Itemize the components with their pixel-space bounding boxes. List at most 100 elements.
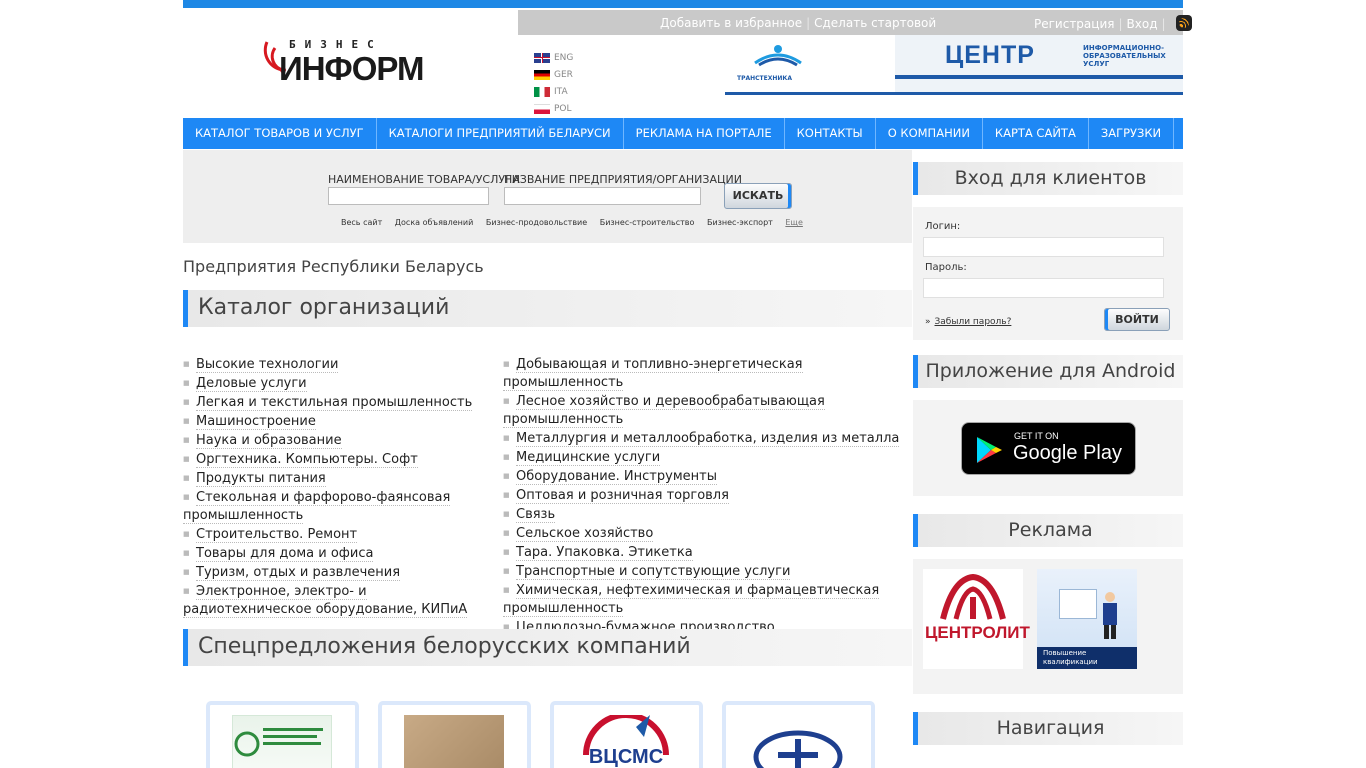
catalog-category-link[interactable]: Транспортные и сопутствующие услуги bbox=[503, 562, 908, 581]
catalog-category-link[interactable]: Металлургия и металлообработка, изделия … bbox=[503, 429, 908, 448]
ad-centrolit[interactable]: ЦЕНТРОЛИТ bbox=[923, 569, 1030, 669]
catalog-category-label: Оборудование. Инструменты bbox=[516, 469, 717, 485]
lang-ger[interactable]: GER bbox=[534, 66, 573, 83]
google-play-badge[interactable]: GET IT ON Google Play bbox=[961, 422, 1136, 475]
uk-flag-icon bbox=[534, 52, 550, 63]
search-scope-links: Весь сайт Доска объявлений Бизнес-продов… bbox=[341, 218, 813, 227]
offers-heading: Спецпредложения белорусских компаний bbox=[183, 629, 912, 666]
presentation-board-icon bbox=[1059, 589, 1097, 619]
poland-flag-icon bbox=[534, 103, 550, 114]
rss-icon[interactable] bbox=[1175, 15, 1192, 31]
company-search-input[interactable] bbox=[504, 187, 701, 205]
product-search-input[interactable] bbox=[328, 187, 489, 205]
banner-stripe bbox=[895, 75, 1183, 79]
catalog-category-link[interactable]: Стекольная и фарфорово-фаянсовая промышл… bbox=[183, 488, 488, 525]
ad-qualification[interactable]: Повышение квалификации bbox=[1037, 569, 1137, 669]
scope-export[interactable]: Бизнес-экспорт bbox=[707, 218, 773, 227]
catalog-heading: Каталог организаций bbox=[183, 290, 912, 327]
nav-sitemap[interactable]: КАРТА САЙТА bbox=[983, 118, 1089, 149]
catalog-category-label: Добывающая и топливно-энергетическая про… bbox=[503, 357, 803, 391]
catalog-category-link[interactable]: Строительство. Ремонт bbox=[183, 525, 488, 544]
ad-qualification-text: Повышение квалификации bbox=[1037, 647, 1137, 669]
catalog-category-link[interactable]: Туризм, отдых и развлечения bbox=[183, 563, 488, 582]
catalog-list-left: Высокие технологии Деловые услуги Легкая и… bbox=[183, 355, 488, 619]
login-heading: Вход для клиентов bbox=[913, 162, 1183, 195]
site-logo[interactable]: БИЗНЕС ИНФОРМ bbox=[259, 36, 449, 87]
nav-advertising[interactable]: РЕКЛАМА НА ПОРТАЛЕ bbox=[624, 118, 785, 149]
catalog-category-link[interactable]: Оргтехника. Компьютеры. Софт bbox=[183, 450, 488, 469]
login-label: Логин: bbox=[925, 221, 961, 232]
catalog-category-label: Электронное, электро- и радиотехническое… bbox=[183, 584, 468, 618]
offer-logo bbox=[232, 715, 332, 768]
scope-food[interactable]: Бизнес-продовольствие bbox=[486, 218, 587, 227]
catalog-category-link[interactable]: Оптовая и розничная торговля bbox=[503, 486, 908, 505]
login-button[interactable]: ВОЙТИ bbox=[1104, 308, 1170, 331]
catalog-category-link[interactable]: Продукты питания bbox=[183, 469, 488, 488]
catalog-category-label: Лесное хозяйство и деревообрабатывающая … bbox=[503, 394, 825, 428]
ad-centrolit-text: ЦЕНТРОЛИТ bbox=[925, 623, 1030, 642]
catalog-category-link[interactable]: Товары для дома и офиса bbox=[183, 544, 488, 563]
offer-card[interactable] bbox=[378, 701, 531, 768]
catalog-category-link[interactable]: Тара. Упаковка. Этикетка bbox=[503, 543, 908, 562]
catalog-category-label: Стекольная и фарфорово-фаянсовая промышл… bbox=[183, 490, 451, 524]
lang-ita[interactable]: ITA bbox=[534, 83, 573, 100]
password-input[interactable] bbox=[923, 278, 1164, 298]
make-homepage-link[interactable]: Сделать стартовой bbox=[814, 16, 936, 30]
catalog-list-right: Добывающая и топливно-энергетическая про… bbox=[503, 355, 908, 637]
company-search-label: НАЗВАНИЕ ПРЕДПРИЯТИЯ/ОРГАНИЗАЦИИ bbox=[504, 173, 742, 186]
android-box: GET IT ON Google Play bbox=[913, 400, 1183, 496]
header-banner[interactable]: ТРАНСТЕХНИКА ЦЕНТР ИНФОРМАЦИОННО-ОБРАЗОВ… bbox=[725, 35, 1183, 95]
nav-catalog-goods[interactable]: КАТАЛОГ ТОВАРОВ И УСЛУГ bbox=[183, 118, 377, 149]
scope-board[interactable]: Доска объявлений bbox=[395, 218, 474, 227]
page: БИЗНЕС ИНФОРМ Добавить в избранное | Сдела… bbox=[183, 0, 1192, 768]
catalog-category-label: Деловые услуги bbox=[196, 376, 307, 392]
vcsms-logo-icon: ВЦСМС bbox=[583, 712, 669, 768]
catalog-category-link[interactable]: Сельское хозяйство bbox=[503, 524, 908, 543]
gplay-top-text: GET IT ON bbox=[1014, 431, 1059, 441]
main-nav: КАТАЛОГ ТОВАРОВ И УСЛУГ КАТАЛОГИ ПРЕДПРИ… bbox=[183, 118, 1183, 149]
catalog-category-link[interactable]: Оборудование. Инструменты bbox=[503, 467, 908, 486]
catalog-category-link[interactable]: Легкая и текстильная промышленность bbox=[183, 393, 488, 412]
scope-construction[interactable]: Бизнес-строительство bbox=[600, 218, 695, 227]
banner-subtitle: ИНФОРМАЦИОННО-ОБРАЗОВАТЕЛЬНЫХ УСЛУГ bbox=[1083, 44, 1166, 68]
catalog-category-link[interactable]: Машиностроение bbox=[183, 412, 488, 431]
nav-about[interactable]: О КОМПАНИИ bbox=[876, 118, 983, 149]
catalog-category-link[interactable]: Наука и образование bbox=[183, 431, 488, 450]
language-switcher: ENG GER ITA POL bbox=[534, 49, 573, 117]
catalog-category-link[interactable]: Химическая, нефтехимическая и фармацевти… bbox=[503, 581, 908, 618]
offer-logo: ВЦСМС bbox=[576, 712, 676, 768]
ads-heading: Реклама bbox=[913, 514, 1183, 547]
add-to-favorites-link[interactable]: Добавить в избранное bbox=[660, 16, 802, 30]
catalog-category-link[interactable]: Лесное хозяйство и деревообрабатывающая … bbox=[503, 392, 908, 429]
scope-more-link[interactable]: Еще bbox=[785, 218, 803, 227]
password-label: Пароль: bbox=[925, 262, 967, 273]
gplay-main-text: Google Play bbox=[1013, 442, 1122, 464]
centrolit-logo-icon bbox=[940, 573, 1006, 620]
globe-logo-icon bbox=[753, 730, 843, 768]
login-input[interactable] bbox=[923, 237, 1164, 257]
catalog-category-link[interactable]: Медицинские услуги bbox=[503, 448, 908, 467]
offer-card[interactable] bbox=[206, 701, 359, 768]
italy-flag-icon bbox=[534, 86, 550, 97]
banner-title: ЦЕНТР bbox=[945, 41, 1035, 69]
nav-contacts[interactable]: КОНТАКТЫ bbox=[785, 118, 876, 149]
register-link[interactable]: Регистрация bbox=[1034, 17, 1114, 31]
logo-main-text: ИНФОРМ bbox=[279, 50, 424, 87]
lang-pol[interactable]: POL bbox=[534, 100, 573, 117]
lang-eng[interactable]: ENG bbox=[534, 49, 573, 66]
offer-card[interactable]: ВЦСМС bbox=[550, 701, 703, 768]
catalog-category-link[interactable]: Высокие технологии bbox=[183, 355, 488, 374]
nav-catalog-companies[interactable]: КАТАЛОГИ ПРЕДПРИЯТИЙ БЕЛАРУСИ bbox=[377, 118, 624, 149]
catalog-category-link[interactable]: Деловые услуги bbox=[183, 374, 488, 393]
scope-all-site[interactable]: Весь сайт bbox=[341, 218, 382, 227]
offer-card[interactable] bbox=[722, 701, 875, 768]
catalog-category-link[interactable]: Электронное, электро- и радиотехническое… bbox=[183, 582, 488, 619]
login-link[interactable]: Вход bbox=[1127, 17, 1158, 31]
person-icon bbox=[1103, 592, 1117, 639]
catalog-category-link[interactable]: Связь bbox=[503, 505, 908, 524]
catalog-category-link[interactable]: Добывающая и топливно-энергетическая про… bbox=[503, 355, 908, 392]
forgot-password-link[interactable]: Забыли пароль? bbox=[925, 317, 1012, 327]
catalog-category-label: Продукты питания bbox=[196, 471, 326, 487]
nav-downloads[interactable]: ЗАГРУЗКИ bbox=[1089, 118, 1175, 149]
search-button[interactable]: ИСКАТЬ bbox=[724, 183, 792, 209]
